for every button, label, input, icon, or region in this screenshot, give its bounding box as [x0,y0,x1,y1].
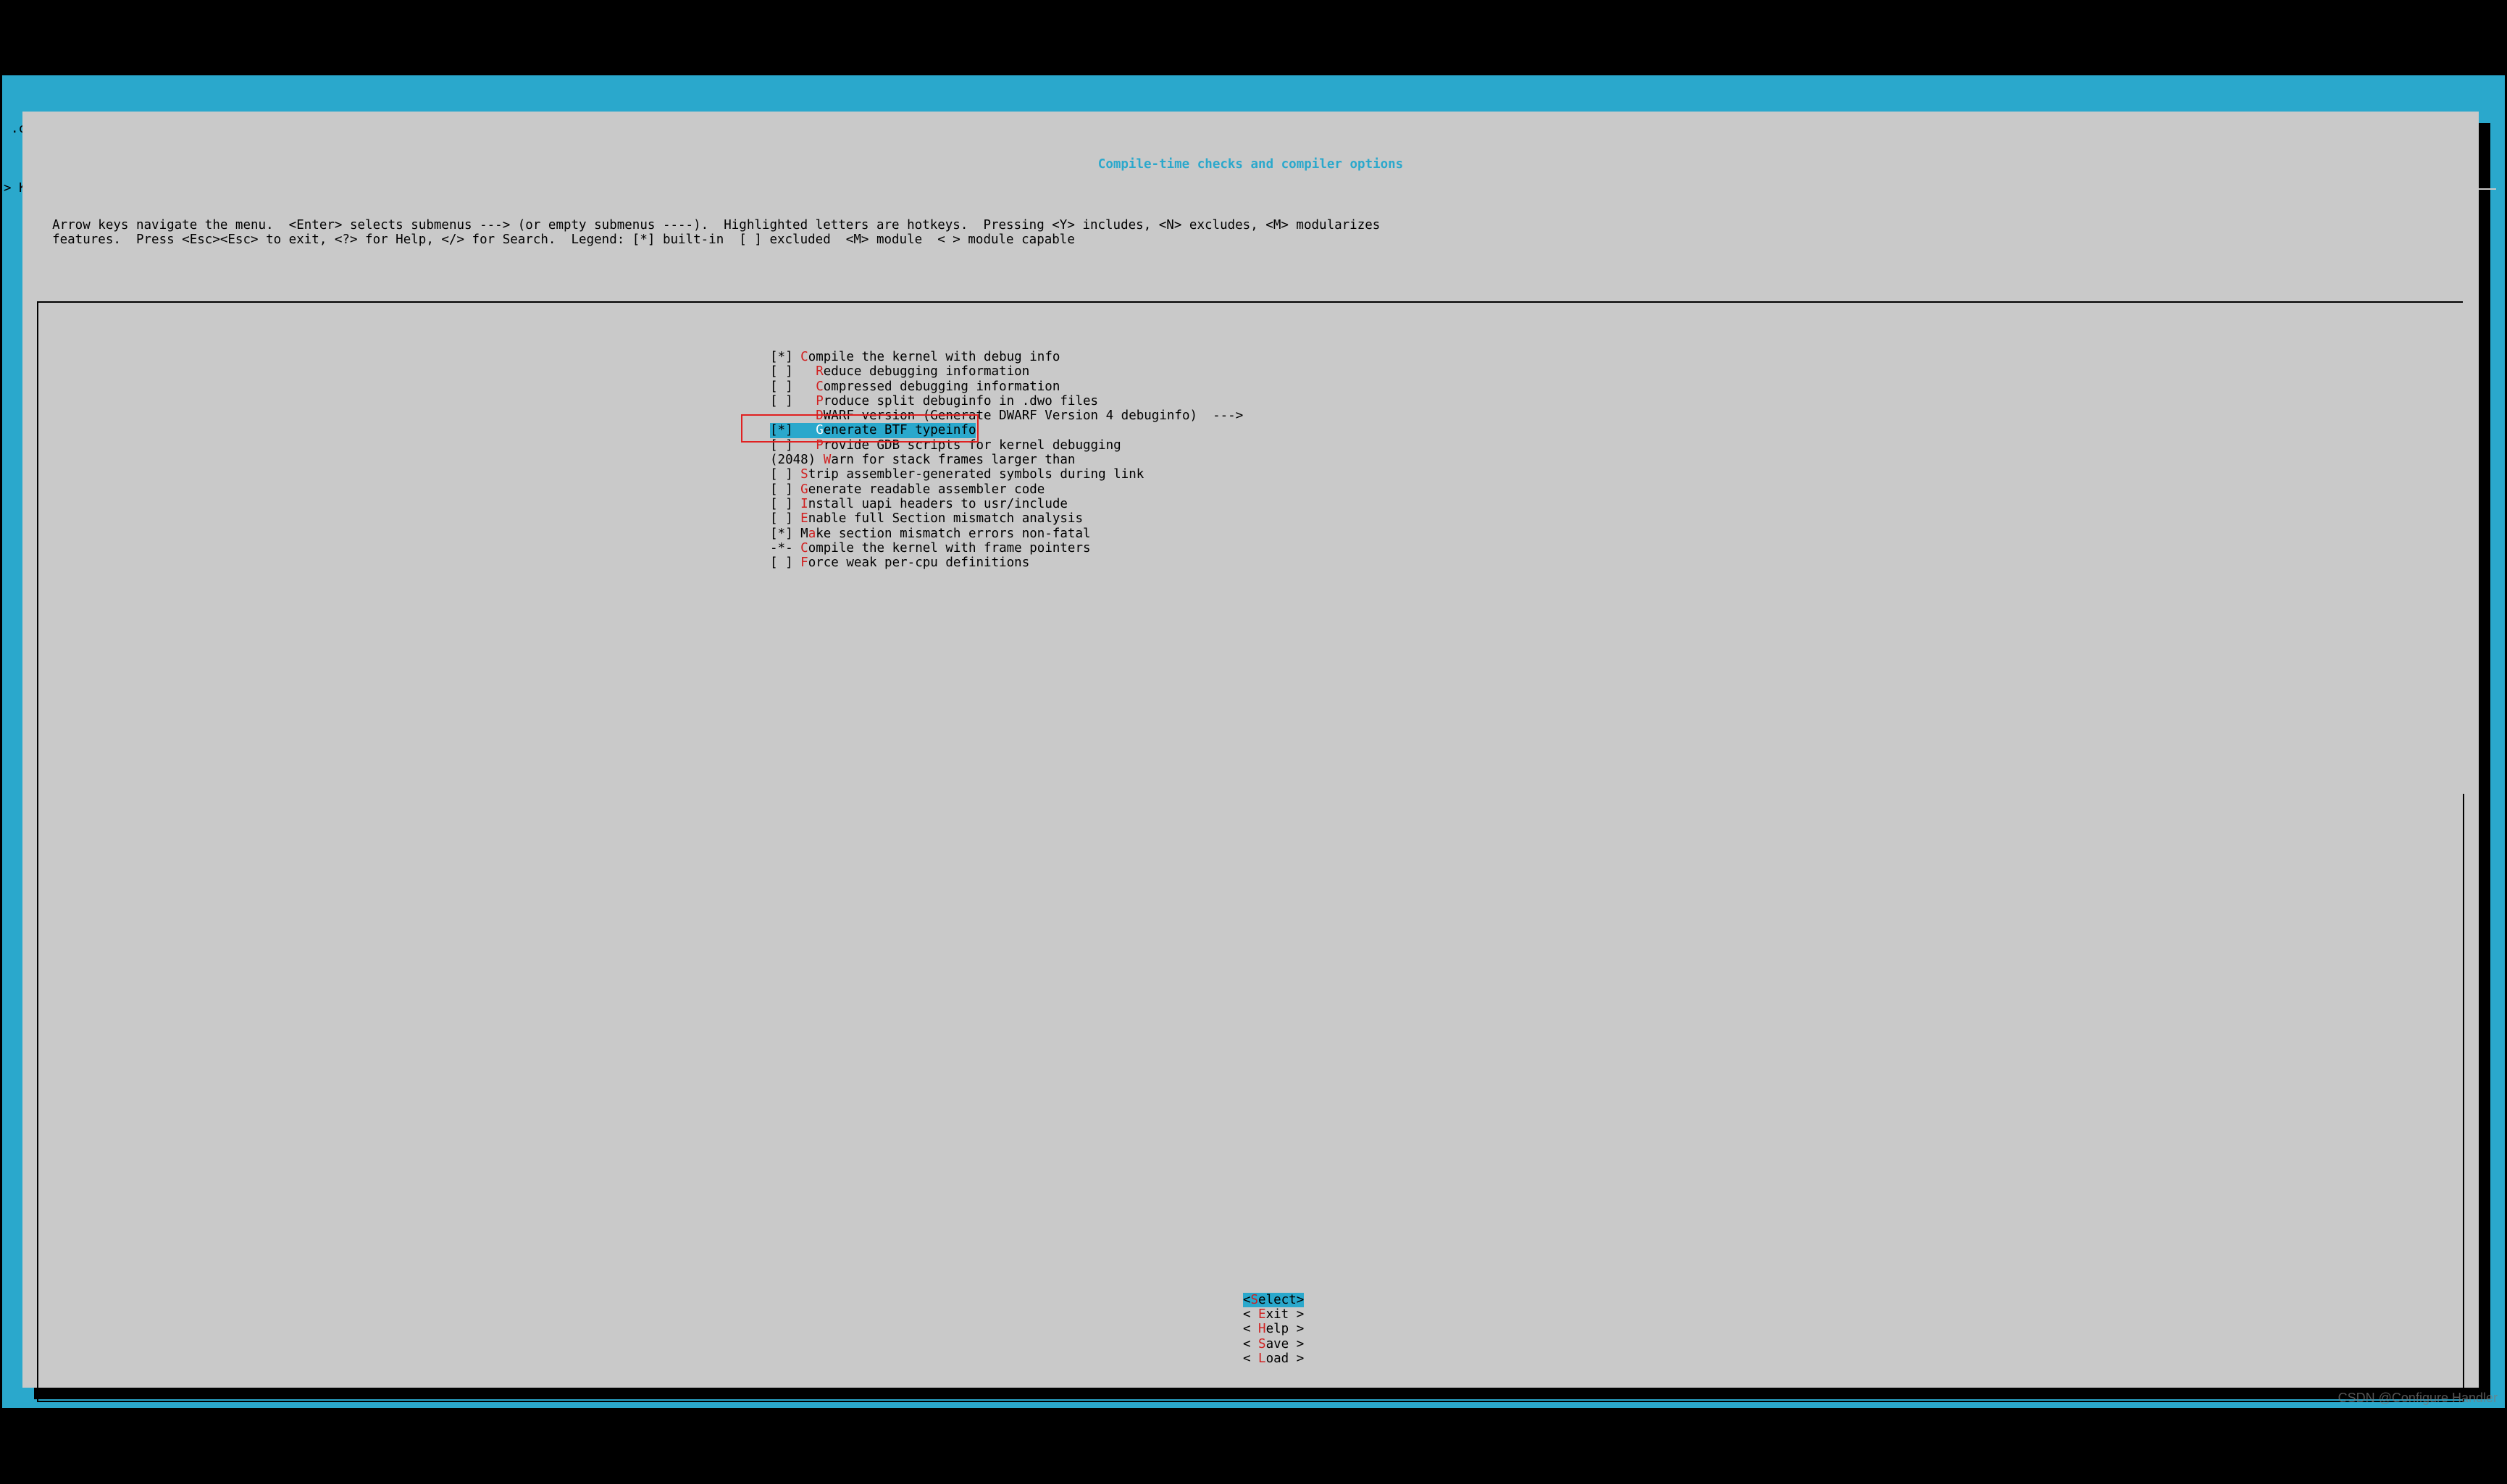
help-text: Arrow keys navigate the menu. <Enter> se… [22,217,2479,248]
scroll-gap-indicator [2463,301,2464,794]
menu-item-7[interactable]: (2048) Warn for stack frames larger than [770,453,2463,467]
menu-item-1[interactable]: [ ] Reduce debugging information [770,364,2463,379]
menu-item-2[interactable]: [ ] Compressed debugging information [770,380,2463,394]
help-button[interactable]: < Help > [1243,1322,1304,1336]
menu-item-11[interactable]: [ ] Enable full Section mismatch analysi… [770,511,2463,526]
menu-item-9[interactable]: [ ] Generate readable assembler code [770,482,2463,497]
menu-item-12[interactable]: [*] Make section mismatch errors non-fat… [770,527,2463,541]
menu-item-0[interactable]: [*] Compile the kernel with debug info [770,350,2463,364]
load-button[interactable]: < Load > [1243,1351,1304,1366]
exit-button[interactable]: < Exit > [1243,1307,1304,1322]
menu-item-6[interactable]: [ ] Provide GDB scripts for kernel debug… [770,438,2463,453]
menu-item-8[interactable]: [ ] Strip assembler-generated symbols du… [770,467,2463,482]
menu-item-14[interactable]: [ ] Force weak per-cpu definitions [770,556,2463,570]
menu-item-13[interactable]: -*- Compile the kernel with frame pointe… [770,541,2463,556]
section-title: Compile-time checks and compiler options [22,156,2479,172]
menu-item-4[interactable]: DWARF version (Generate DWARF Version 4 … [770,408,2463,423]
menu-item-10[interactable]: [ ] Install uapi headers to usr/include [770,497,2463,511]
terminal-window: .config - Linux/arm64 5.15.99 Kernel Con… [0,73,2507,1410]
menu-item-5[interactable]: [*] Generate BTF typeinfo [770,423,2463,437]
menu-box: [*] Compile the kernel with debug info[ … [37,301,2464,1402]
highlight-box [741,414,979,442]
menu-item-3[interactable]: [ ] Produce split debuginfo in .dwo file… [770,394,2463,408]
bottom-button-bar: <Select> < Exit > < Help > < Save > < Lo… [22,1278,2479,1380]
main-panel: Compile-time checks and compiler options… [22,112,2479,1388]
watermark: CSDN @Configure Handler [2338,1391,2498,1406]
save-button[interactable]: < Save > [1243,1337,1304,1351]
select-button[interactable]: <Select> [1243,1293,1304,1307]
menu-items[interactable]: [*] Compile the kernel with debug info[ … [38,350,2463,570]
